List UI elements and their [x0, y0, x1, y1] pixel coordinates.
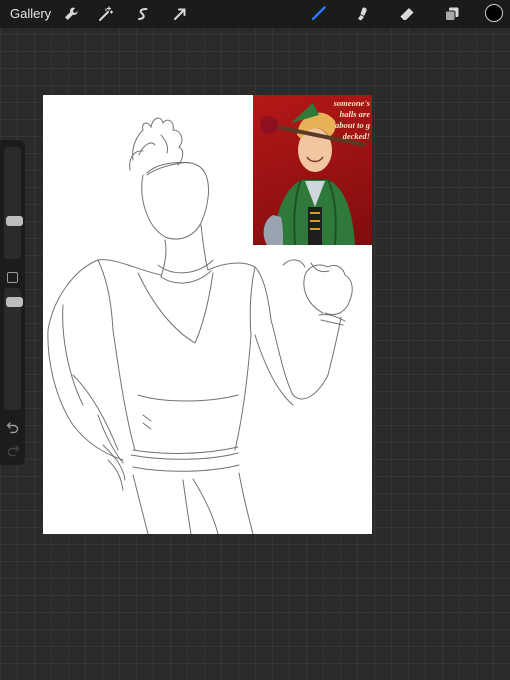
undo-icon[interactable]	[6, 420, 20, 434]
opacity-slider[interactable]	[4, 288, 23, 410]
smudge-icon[interactable]	[353, 4, 373, 24]
caption-line: about to g	[335, 120, 370, 130]
caption-line: someone's	[333, 98, 370, 108]
reference-image[interactable]: someone's halls are about to g decked!	[253, 95, 372, 245]
eraser-icon[interactable]	[397, 4, 417, 24]
caption-line: halls are	[339, 109, 370, 119]
transform-arrow-icon[interactable]	[170, 4, 190, 24]
drawing-canvas[interactable]: someone's halls are about to g decked!	[43, 95, 372, 534]
brush-size-thumb[interactable]	[6, 216, 23, 227]
opacity-thumb[interactable]	[6, 296, 23, 307]
layers-icon[interactable]	[442, 4, 462, 24]
modify-button[interactable]	[7, 272, 18, 283]
selection-icon[interactable]	[133, 4, 153, 24]
gallery-button[interactable]: Gallery	[10, 6, 51, 21]
reference-caption: someone's halls are about to g decked!	[310, 98, 370, 142]
left-sidebar	[0, 140, 25, 465]
brush-icon[interactable]	[308, 4, 328, 24]
redo-icon[interactable]	[6, 443, 20, 457]
magic-wand-icon[interactable]	[96, 4, 116, 24]
top-toolbar: Gallery	[0, 0, 510, 28]
brush-size-slider[interactable]	[4, 147, 23, 259]
caption-line: decked!	[342, 131, 370, 141]
wrench-icon[interactable]	[61, 4, 81, 24]
color-picker-swatch[interactable]	[485, 4, 503, 22]
